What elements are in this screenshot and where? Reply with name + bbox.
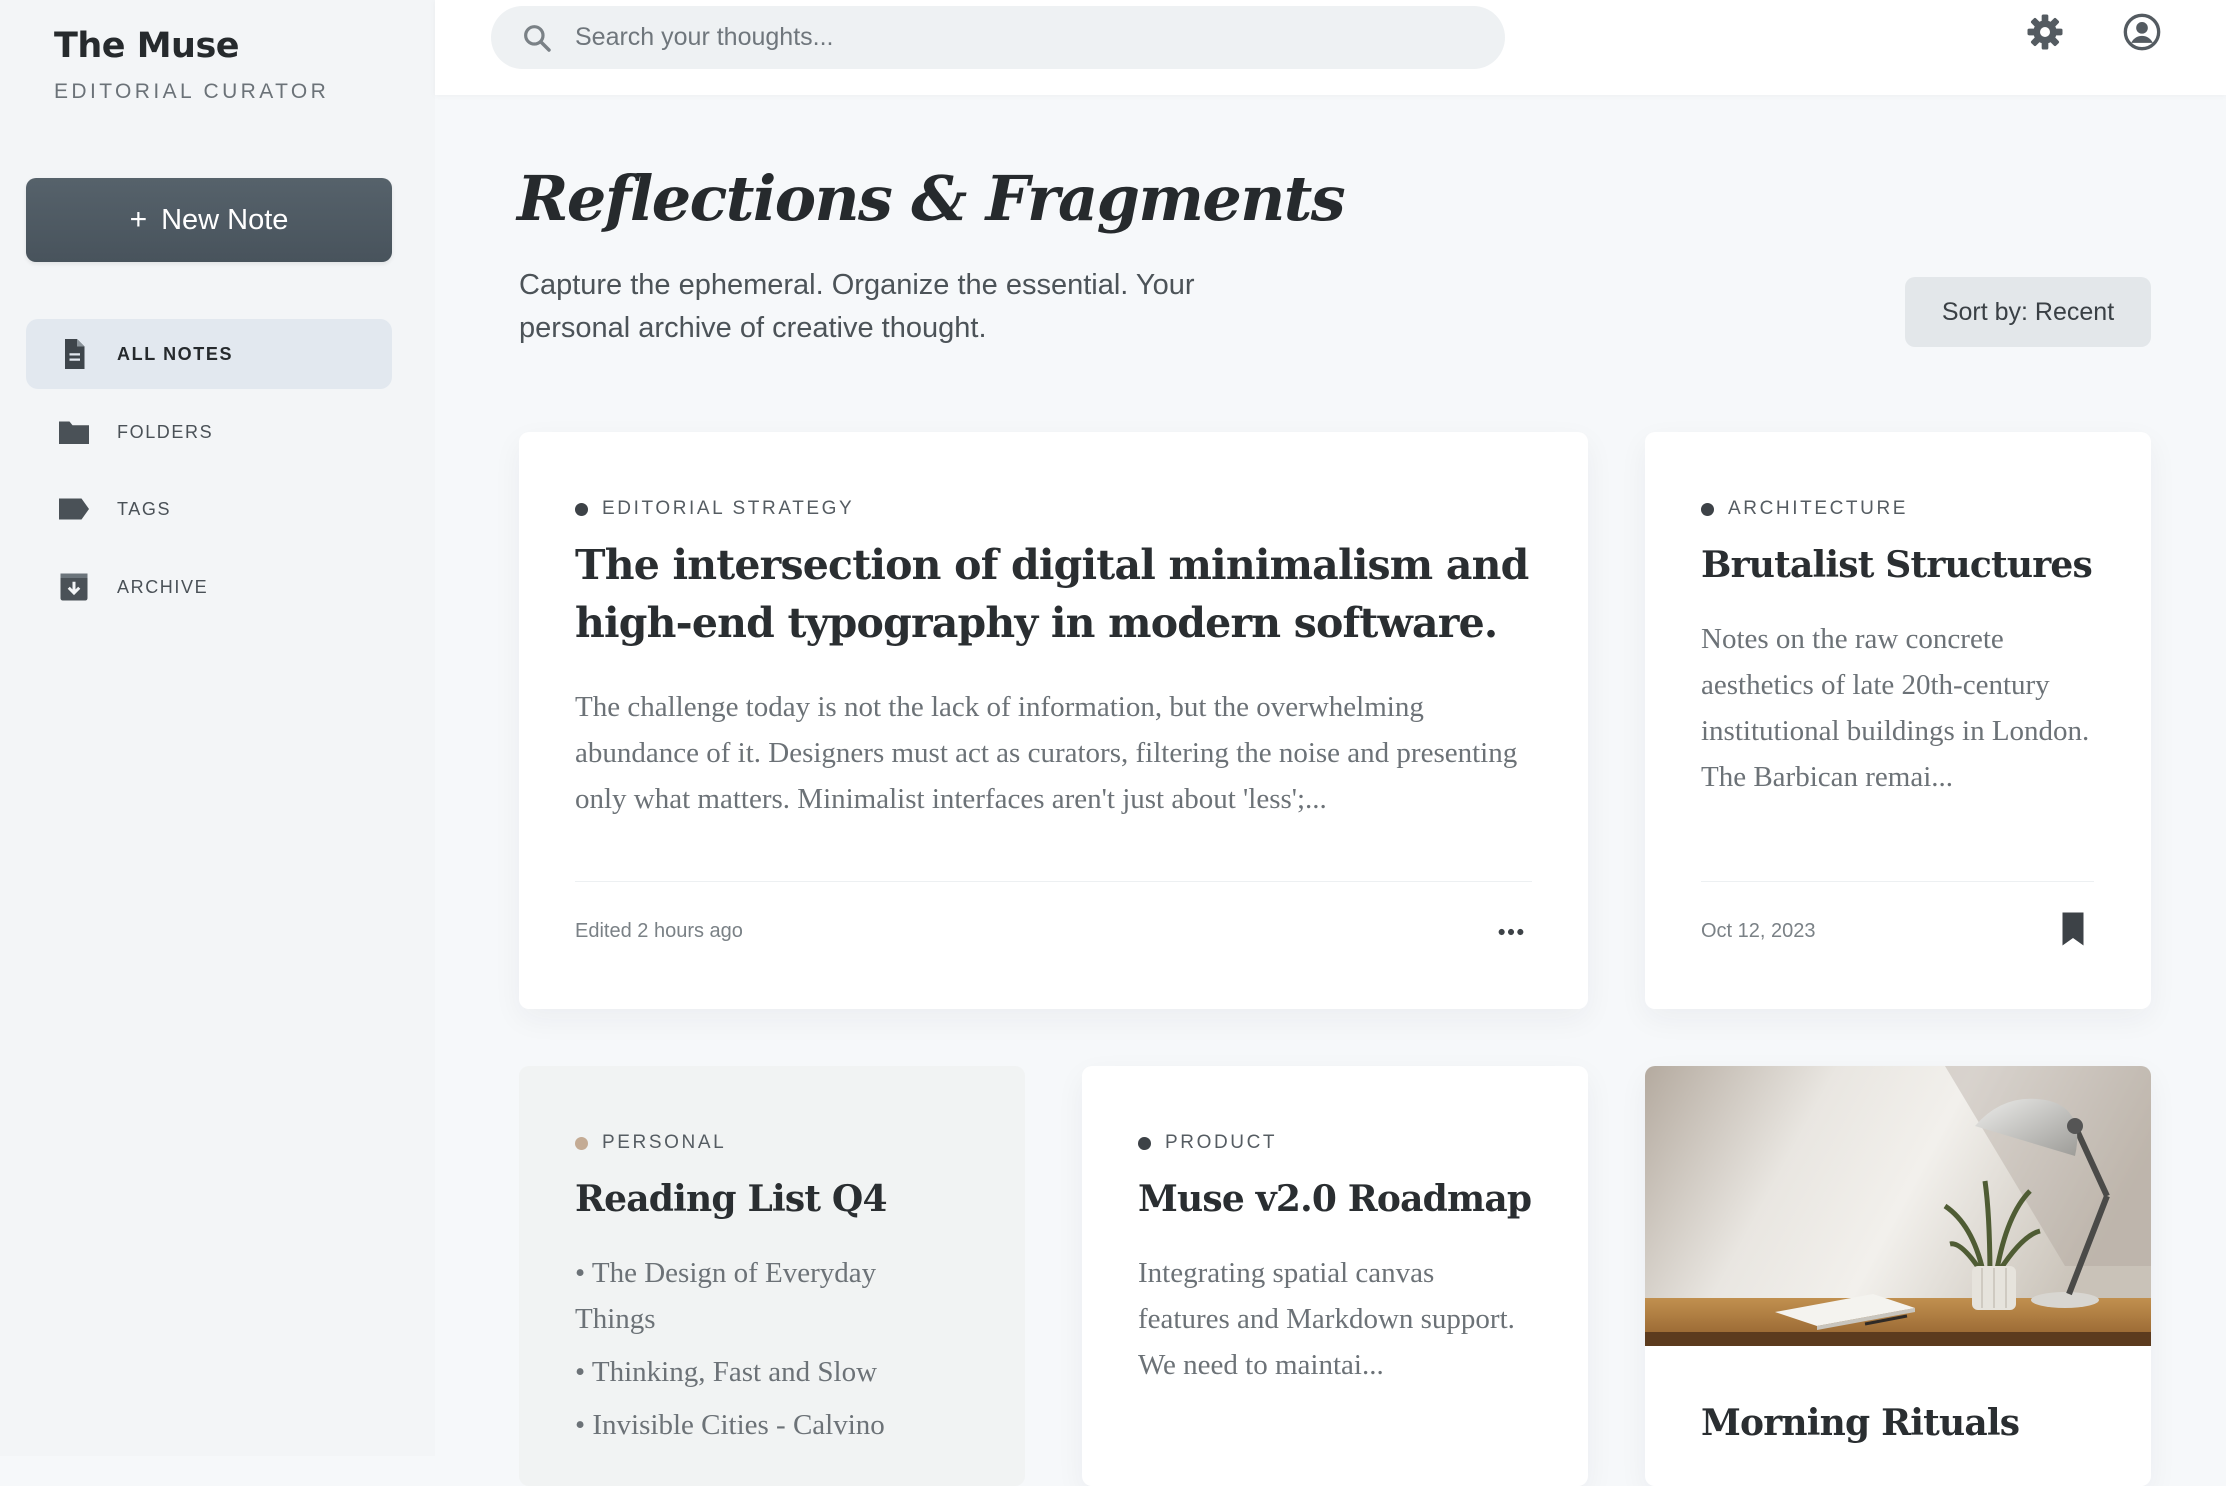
tag-dot [575, 502, 588, 516]
note-excerpt: Integrating spatial canvas features and … [1138, 1257, 1515, 1381]
tag-label: ARCHITECTURE [1728, 498, 1909, 519]
archive-icon [60, 573, 88, 601]
tag-dot [1701, 502, 1714, 516]
note-title: Reading List Q4 [575, 1178, 888, 1220]
sidebar-item-tags[interactable]: TAGS [26, 474, 392, 544]
tag-label: PRODUCT [1165, 1132, 1278, 1153]
bookmark-icon[interactable] [2058, 911, 2088, 947]
note-title: Brutalist Structures [1701, 544, 2093, 586]
sidebar-item-label: FOLDERS [117, 421, 214, 442]
list-item: • Thinking, Fast and Slow [575, 1356, 878, 1388]
brand-subtitle: EDITORIAL CURATOR [54, 80, 330, 103]
note-tag: PERSONAL [575, 1132, 726, 1154]
tag-dot [575, 1136, 588, 1150]
sidebar-item-all-notes[interactable]: ALL NOTES [26, 319, 392, 389]
note-tag: PRODUCT [1138, 1132, 1277, 1154]
list-item: • Invisible Cities - Calvino [575, 1409, 885, 1441]
account-circle-icon[interactable] [2122, 12, 2162, 52]
note-title: Muse v2.0 Roadmap [1138, 1178, 1532, 1220]
tag-label: EDITORIAL STRATEGY [602, 498, 855, 519]
sidebar-item-label: ARCHIVE [117, 576, 209, 597]
note-card[interactable]: ARCHITECTURE Brutalist Structures Notes … [1645, 432, 2151, 1009]
search-bar[interactable] [491, 6, 1505, 69]
top-bar [435, 0, 2226, 95]
gear-icon[interactable] [2025, 12, 2065, 52]
page-title: Reflections & Fragments [517, 162, 1346, 235]
list-item: • The Design of Everyday Things [575, 1257, 877, 1335]
card-divider [1701, 881, 2094, 882]
new-note-button[interactable]: + New Note [26, 178, 392, 262]
note-excerpt: Notes on the raw concrete aesthetics of … [1701, 623, 2090, 793]
note-date: Oct 12, 2023 [1701, 920, 1816, 942]
new-note-label: New Note [161, 203, 289, 236]
search-input[interactable] [575, 6, 1475, 69]
page-description: Capture the ephemeral. Organize the esse… [519, 269, 1195, 344]
note-title: Morning Rituals [1701, 1402, 2020, 1444]
sidebar-item-label: ALL NOTES [117, 343, 234, 364]
plus-icon: + [129, 203, 148, 236]
note-card[interactable]: PRODUCT Muse v2.0 Roadmap Integrating sp… [1082, 1066, 1588, 1486]
brand-title: The Muse [54, 26, 240, 66]
folder-icon [59, 421, 89, 444]
tag-dot [1138, 1136, 1151, 1150]
document-icon [65, 339, 85, 369]
sidebar: The Muse EDITORIAL CURATOR + New Note AL… [0, 0, 435, 1456]
sidebar-item-archive[interactable]: ARCHIVE [26, 552, 392, 622]
note-card[interactable]: EDITORIAL STRATEGY The intersection of d… [519, 432, 1588, 1009]
note-excerpt: The challenge today is not the lack of i… [575, 691, 1518, 815]
note-card[interactable]: Morning Rituals [1645, 1066, 2151, 1486]
more-horizontal-icon[interactable] [1493, 916, 1529, 948]
desk-lamp-plant-photo [1645, 1066, 2151, 1346]
reading-list: • The Design of Everyday Things • Thinki… [575, 1250, 955, 1448]
note-tag: ARCHITECTURE [1701, 498, 1908, 520]
tag-label: PERSONAL [602, 1132, 727, 1153]
sidebar-item-label: TAGS [117, 498, 172, 519]
card-divider [575, 881, 1532, 882]
note-edited-time: Edited 2 hours ago [575, 920, 743, 942]
note-title: The intersection of digital minimalism a… [575, 541, 1529, 647]
note-card[interactable]: PERSONAL Reading List Q4 • The Design of… [519, 1066, 1025, 1486]
tag-icon [59, 498, 89, 520]
note-tag: EDITORIAL STRATEGY [575, 498, 854, 520]
sort-button[interactable]: Sort by: Recent [1905, 277, 2151, 347]
sidebar-item-folders[interactable]: FOLDERS [26, 397, 392, 467]
search-icon [524, 25, 551, 52]
